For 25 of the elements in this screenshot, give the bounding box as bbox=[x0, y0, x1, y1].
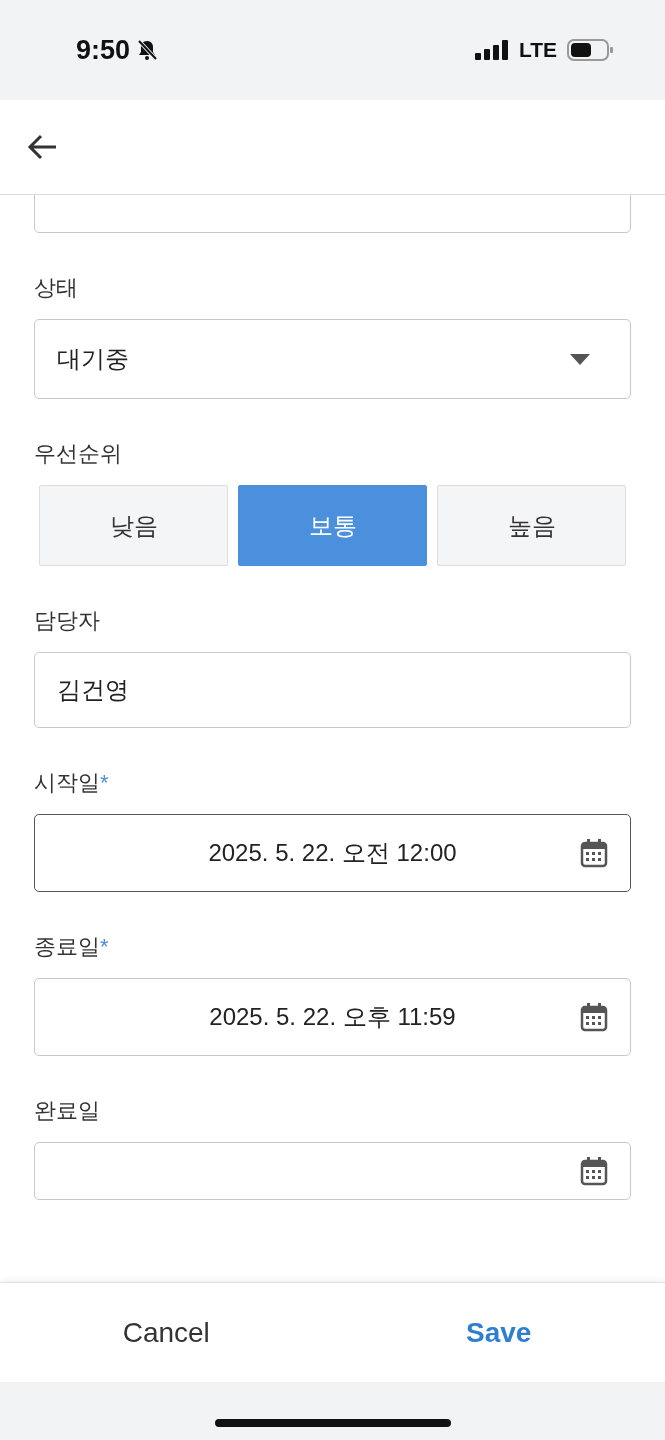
priority-option[interactable]: 높음 bbox=[437, 485, 626, 566]
date-field[interactable]: 2025. 5. 22. 오전 12:00 bbox=[34, 814, 631, 892]
calendar-icon[interactable] bbox=[580, 838, 608, 868]
field-label: 종료일* bbox=[34, 933, 110, 961]
text-field[interactable]: 김건영 bbox=[34, 652, 631, 728]
date-field[interactable]: 2025. 5. 22. 오후 11:59 bbox=[34, 978, 631, 1056]
battery-icon bbox=[567, 39, 613, 61]
field-label: 완료일 bbox=[34, 1097, 101, 1125]
caret-icon bbox=[570, 353, 590, 365]
status-dropdown[interactable]: 대기중 bbox=[34, 319, 631, 399]
field-label: 우선순위 bbox=[34, 440, 123, 468]
calendar-icon[interactable] bbox=[580, 1156, 608, 1186]
signal-icon bbox=[474, 40, 509, 60]
back-arrow-icon[interactable] bbox=[26, 133, 58, 161]
network-label: LTE bbox=[518, 38, 557, 62]
cancel-button[interactable]: Cancel bbox=[0, 1302, 333, 1363]
clock-time: 9:50 bbox=[76, 34, 131, 66]
date-field[interactable] bbox=[34, 1142, 631, 1200]
field-label: 상태 bbox=[34, 274, 79, 302]
field-label: 담당자 bbox=[34, 607, 101, 635]
save-button[interactable]: Save bbox=[332, 1302, 665, 1363]
field-label: 시작일* bbox=[34, 769, 110, 797]
priority-option[interactable]: 낮음 bbox=[39, 485, 228, 566]
muted-bell-icon bbox=[136, 39, 159, 61]
calendar-icon[interactable] bbox=[580, 1002, 608, 1032]
